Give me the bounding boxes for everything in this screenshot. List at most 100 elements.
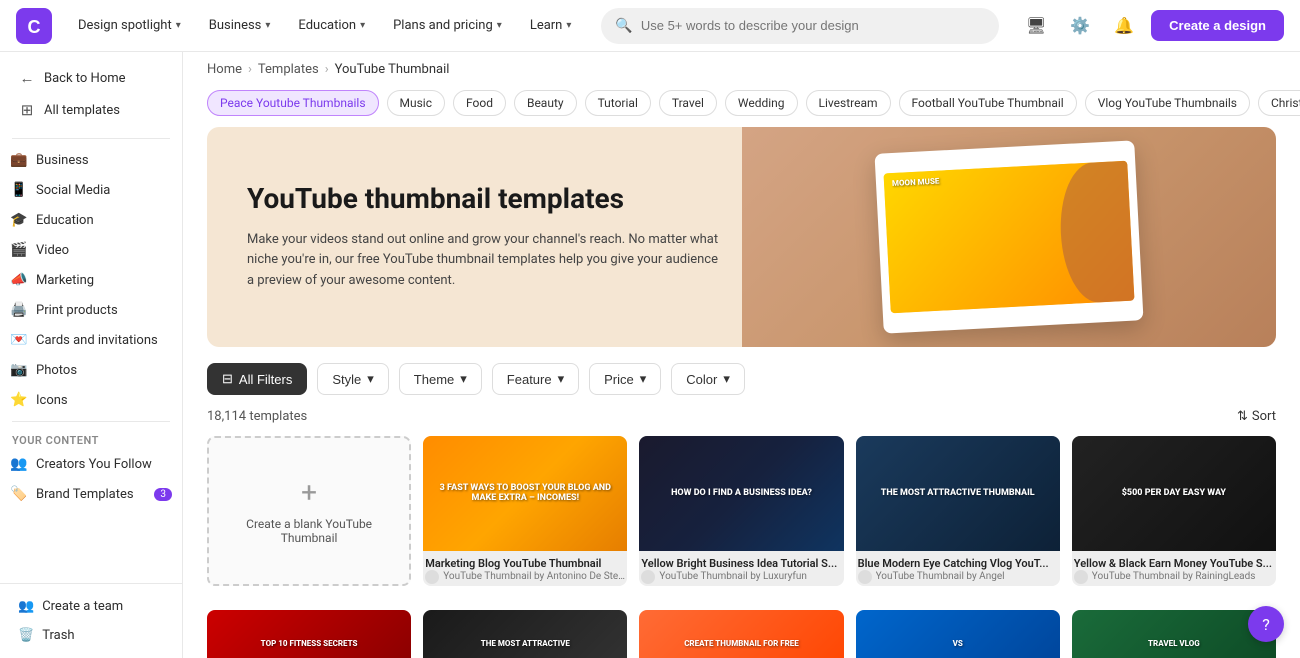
- category-icon: 🎬: [10, 242, 28, 258]
- sidebar-item-trash[interactable]: 🗑️Trash: [8, 621, 174, 650]
- sidebar-item-education[interactable]: 🎓Education: [0, 205, 182, 235]
- template-card[interactable]: TOP 10 FITNESS SECRETS: [207, 610, 411, 658]
- feature-filter-button[interactable]: Feature ▾: [492, 363, 579, 395]
- notification-icon-btn[interactable]: 🔔: [1107, 9, 1141, 43]
- template-card[interactable]: HOW DO I FIND A BUSINESS IDEA? Yellow Br…: [639, 436, 843, 586]
- template-card[interactable]: VS: [856, 610, 1060, 658]
- sidebar-item-marketing[interactable]: 📣Marketing: [0, 265, 182, 295]
- style-filter-button[interactable]: Style ▾: [317, 363, 388, 395]
- sidebar-item-social-media[interactable]: 📱Social Media: [0, 175, 182, 205]
- bottom-icon: 🗑️: [18, 628, 34, 643]
- card-title: Yellow & Black Earn Money YouTube S...: [1074, 557, 1274, 570]
- chevron-down-icon: ▾: [367, 371, 374, 387]
- nav-business[interactable]: Business ▾: [199, 12, 281, 39]
- topnav-right-actions: 🖥 ⚙️ 🔔 Create a design: [1019, 9, 1284, 43]
- price-filter-button[interactable]: Price ▾: [589, 363, 661, 395]
- nav-learn[interactable]: Learn ▾: [520, 12, 582, 39]
- card-author: YouTube Thumbnail by Luxuryfun: [659, 571, 807, 582]
- sidebar-item-business[interactable]: 💼Business: [0, 145, 182, 175]
- help-button[interactable]: ?: [1248, 606, 1284, 642]
- hero-tablet-mock: Moon Muse: [874, 140, 1143, 333]
- nav-plans-pricing[interactable]: Plans and pricing ▾: [383, 12, 512, 39]
- category-icon: 🖨️: [10, 302, 28, 318]
- bottom-icon: 👥: [18, 599, 34, 614]
- card-info: Yellow & Black Earn Money YouTube S... Y…: [1072, 551, 1276, 586]
- sidebar-item-video[interactable]: 🎬Video: [0, 235, 182, 265]
- category-tag[interactable]: Travel: [659, 90, 717, 116]
- category-tag[interactable]: Music: [387, 90, 445, 116]
- hero-description: Make your videos stand out online and gr…: [247, 230, 723, 292]
- search-bar[interactable]: 🔍: [601, 8, 999, 44]
- main-content: Home › Templates › YouTube Thumbnail Pea…: [183, 52, 1300, 658]
- chevron-down-icon: ▾: [460, 371, 467, 387]
- canva-logo[interactable]: C: [16, 8, 52, 44]
- card-author: YouTube Thumbnail by RainingLeads: [1092, 571, 1256, 582]
- settings-icon-btn[interactable]: ⚙️: [1063, 9, 1097, 43]
- template-thumbnail: THE MOST ATTRACTIVE: [423, 610, 627, 658]
- template-card[interactable]: CREATE THUMBNAIL FOR FREE: [639, 610, 843, 658]
- color-filter-button[interactable]: Color ▾: [671, 363, 745, 395]
- category-tag[interactable]: Food: [453, 90, 506, 116]
- template-card[interactable]: THE MOST ATTRACTIVE THUMBNAIL Blue Moder…: [856, 436, 1060, 586]
- breadcrumb-home[interactable]: Home: [207, 62, 242, 77]
- category-icon: 🎓: [10, 212, 28, 228]
- all-filters-button[interactable]: ⊟ All Filters: [207, 363, 307, 395]
- category-tag[interactable]: Livestream: [806, 90, 891, 116]
- sidebar-item-icons[interactable]: ⭐Icons: [0, 385, 182, 415]
- create-blank-card[interactable]: + Create a blank YouTube Thumbnail: [207, 436, 411, 586]
- category-icon: 📱: [10, 182, 28, 198]
- monitor-icon-btn[interactable]: 🖥: [1019, 9, 1053, 43]
- category-tag[interactable]: Vlog YouTube Thumbnails: [1085, 90, 1250, 116]
- sidebar-item-create-a-team[interactable]: 👥Create a team: [8, 592, 174, 621]
- nav-education[interactable]: Education ▾: [288, 12, 375, 39]
- sort-button[interactable]: ⇅ Sort: [1237, 409, 1276, 424]
- content-icon: 👥: [10, 456, 28, 472]
- breadcrumb: Home › Templates › YouTube Thumbnail: [183, 52, 1300, 83]
- filters-bar: ⊟ All Filters Style ▾ Theme ▾ Feature ▾ …: [183, 363, 1300, 405]
- breadcrumb-current: YouTube Thumbnail: [335, 62, 450, 77]
- sidebar-all-templates[interactable]: ⊞ All templates: [8, 94, 174, 126]
- author-avatar: [858, 570, 872, 584]
- category-tags-list: Peace Youtube Thumbnails Music Food Beauty T…: [207, 90, 1300, 116]
- sidebar-item-brand-templates[interactable]: 🏷️Brand Templates3: [0, 479, 182, 509]
- templates-grid: + Create a blank YouTube Thumbnail 3 FAS…: [183, 436, 1300, 610]
- mock-screen: Moon Muse: [883, 161, 1134, 314]
- search-icon: 🔍: [615, 18, 632, 34]
- sidebar-item-cards-and-invitations[interactable]: 💌Cards and invitations: [0, 325, 182, 355]
- create-design-button[interactable]: Create a design: [1151, 10, 1284, 41]
- category-tag[interactable]: Christmas YouTube Thumbnail: [1258, 90, 1300, 116]
- top-navigation: C Design spotlight ▾ Business ▾ Educatio…: [0, 0, 1300, 52]
- template-card[interactable]: THE MOST ATTRACTIVE: [423, 610, 627, 658]
- card-title: Blue Modern Eye Catching Vlog YouT...: [858, 557, 1058, 570]
- category-tag[interactable]: Beauty: [514, 90, 577, 116]
- chevron-down-icon: ▾: [558, 371, 565, 387]
- breadcrumb-sep-2: ›: [325, 62, 329, 77]
- category-tag[interactable]: Football YouTube Thumbnail: [899, 90, 1077, 116]
- chevron-down-icon: ▾: [360, 20, 365, 31]
- category-tag[interactable]: Peace Youtube Thumbnails: [207, 90, 379, 116]
- template-thumbnail: TRAVEL VLOG: [1072, 610, 1276, 658]
- category-icon: 📣: [10, 272, 28, 288]
- sidebar-divider-1: [12, 138, 170, 139]
- breadcrumb-templates[interactable]: Templates: [258, 62, 319, 77]
- theme-filter-button[interactable]: Theme ▾: [399, 363, 482, 395]
- sidebar-item-photos[interactable]: 📷Photos: [0, 355, 182, 385]
- arrow-left-icon: ←: [18, 69, 36, 87]
- category-icon: ⭐: [10, 392, 28, 408]
- category-icon: 💼: [10, 152, 28, 168]
- category-tag[interactable]: Wedding: [725, 90, 798, 116]
- sidebar-bottom-list: 👥Create a team🗑️Trash: [8, 592, 174, 650]
- category-tag[interactable]: Tutorial: [585, 90, 651, 116]
- nav-design-spotlight[interactable]: Design spotlight ▾: [68, 12, 191, 39]
- sidebar-item-print-products[interactable]: 🖨️Print products: [0, 295, 182, 325]
- category-tags-row: Peace Youtube Thumbnails Music Food Beauty T…: [183, 83, 1300, 127]
- grid-icon: ⊞: [18, 101, 36, 119]
- search-input[interactable]: [641, 18, 985, 33]
- template-thumbnail: 3 FAST WAYS TO BOOST YOUR BLOG AND MAKE …: [423, 436, 627, 551]
- sidebar-back-home[interactable]: ← Back to Home: [8, 62, 174, 94]
- template-thumbnail: VS: [856, 610, 1060, 658]
- sidebar-item-creators-you-follow[interactable]: 👥Creators You Follow: [0, 449, 182, 479]
- template-card[interactable]: $500 PER DAY EASY WAY Yellow & Black Ear…: [1072, 436, 1276, 586]
- template-card[interactable]: TRAVEL VLOG: [1072, 610, 1276, 658]
- template-card[interactable]: 3 FAST WAYS TO BOOST YOUR BLOG AND MAKE …: [423, 436, 627, 586]
